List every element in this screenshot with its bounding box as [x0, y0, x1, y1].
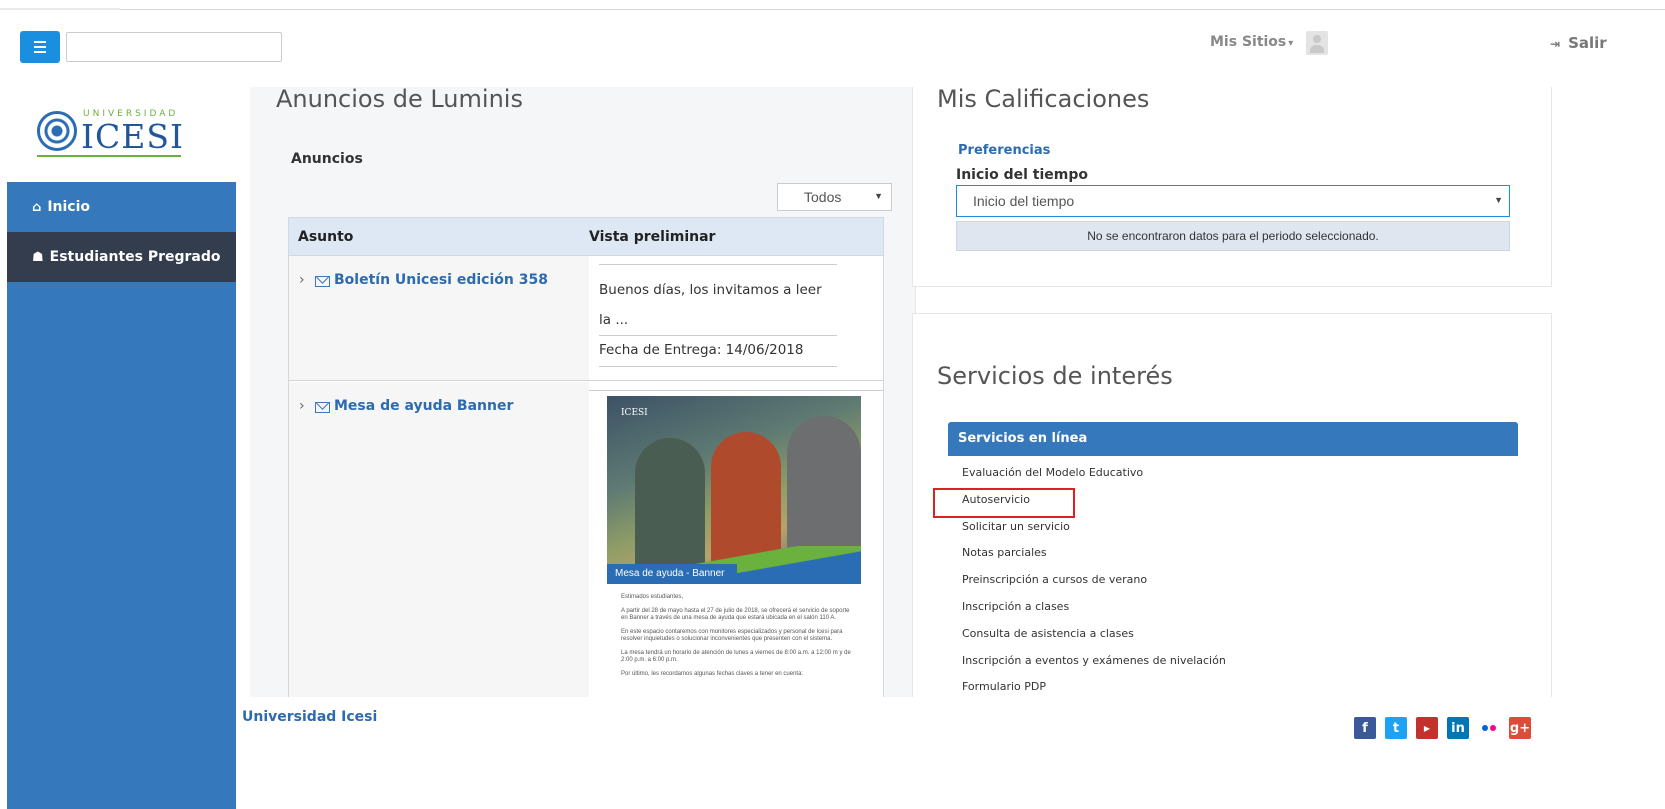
sign-out-icon: ⇥ [1550, 37, 1561, 51]
footer: Universidad Icesi f t ▶ in g+ [236, 697, 1665, 809]
subject-cell: › Boletín Unicesi edición 358 [289, 256, 589, 380]
column-header-vista-preliminar[interactable]: Vista preliminar [589, 229, 715, 245]
flyer-logo: ICESI [621, 408, 648, 418]
sidebar-bottom [7, 780, 236, 809]
service-link-evaluacion[interactable]: Evaluación del Modelo Educativo [962, 466, 1226, 493]
mail-icon [315, 276, 330, 287]
anuncios-filter-select[interactable]: Todos ▼ [777, 183, 892, 211]
anuncios-table: Asunto Vista preliminar › Boletín Unices… [288, 217, 884, 739]
footer-brand[interactable]: Universidad Icesi [242, 709, 377, 725]
linkedin-icon[interactable]: in [1447, 717, 1469, 739]
service-link-solicitar-servicio[interactable]: Solicitar un servicio [962, 520, 1226, 547]
preview-text: Buenos días, los invitamos a leer la ... [599, 282, 822, 328]
servicios-title: Servicios de interés [937, 362, 1173, 390]
announcement-subject-link[interactable]: Boletín Unicesi edición 358 [334, 272, 548, 288]
service-link-asistencia[interactable]: Consulta de asistencia a clases [962, 627, 1226, 654]
hamburger-icon [34, 41, 46, 43]
twitter-icon[interactable]: t [1385, 717, 1407, 739]
flyer-paragraph: La mesa tendrá un horario de atención de… [621, 650, 851, 663]
salir-button[interactable]: ⇥ Salir [1550, 34, 1607, 52]
column-header-asunto[interactable]: Asunto [289, 229, 589, 245]
calificaciones-title: Mis Calificaciones [937, 85, 1150, 113]
logo-emblem-icon [37, 111, 77, 151]
due-date-text: Fecha de Entrega: 14/06/2018 [599, 342, 804, 358]
flyer-paragraph: En este espacio contaremos con monitores… [621, 629, 843, 642]
anuncios-panel: Anuncios de Luminis Anuncios Todos ▼ Asun… [250, 87, 916, 739]
preferencias-link[interactable]: Preferencias [958, 143, 1050, 158]
sidebar-item-label: Inicio [47, 199, 91, 215]
servicios-panel: Servicios de interés Servicios en línea … [912, 313, 1552, 709]
anuncios-title: Anuncios de Luminis [276, 87, 523, 113]
facebook-icon[interactable]: f [1354, 717, 1376, 739]
social-links: f t ▶ in g+ [1354, 717, 1531, 739]
table-row: › Mesa de ayuda Banner ICESI Mesa de ayu… [289, 382, 883, 739]
filter-value: Todos [804, 189, 842, 205]
flyer-banner: Mesa de ayuda - Banner [607, 564, 737, 584]
sidebar-nav: ⌂ Inicio ☗ Estudiantes Pregrado [7, 182, 236, 809]
flyer-paragraph: Por último, les recordamos algunas fecha… [621, 671, 804, 677]
salir-label: Salir [1568, 34, 1607, 52]
servicios-list: Evaluación del Modelo Educativo Autoserv… [962, 466, 1226, 707]
flyer-photo: ICESI [607, 396, 861, 584]
subject-cell: › Mesa de ayuda Banner [289, 382, 589, 739]
sidebar: UNIVERSIDAD ICESI ⌂ Inicio ☗ Estudiantes P… [7, 87, 236, 809]
flyer-paragraph: A partir del 28 de mayo hasta el 27 de j… [621, 608, 850, 621]
announcement-flyer-image: ICESI Mesa de ayuda - Banner Estimados e… [607, 396, 861, 739]
search-input[interactable] [66, 32, 282, 62]
google-plus-icon[interactable]: g+ [1509, 717, 1531, 739]
sidebar-item-label: Estudiantes Pregrado [49, 249, 221, 265]
service-link-inscripcion-clases[interactable]: Inscripción a clases [962, 600, 1226, 627]
caret-down-icon: ▾ [1288, 38, 1294, 49]
expand-chevron-icon[interactable]: › [299, 398, 305, 414]
table-header: Asunto Vista preliminar [289, 218, 883, 256]
service-link-autoservicio[interactable]: Autoservicio [962, 493, 1226, 520]
service-link-notas-parciales[interactable]: Notas parciales [962, 546, 1226, 573]
announcement-subject-link[interactable]: Mesa de ayuda Banner [334, 398, 513, 414]
expand-chevron-icon[interactable]: › [299, 272, 305, 288]
service-link-eventos-examenes[interactable]: Inscripción a eventos y exámenes de nive… [962, 654, 1226, 681]
browser-top-strip [0, 0, 1665, 10]
divider [589, 390, 883, 391]
period-label: Inicio del tiempo [956, 167, 1088, 183]
divider [599, 366, 837, 367]
flickr-icon[interactable] [1478, 717, 1500, 739]
flyer-body: Estimados estudiantes, A partir del 28 d… [621, 594, 853, 685]
mis-sitios-label: Mis Sitios [1210, 34, 1287, 50]
anuncios-subtitle: Anuncios [291, 151, 363, 167]
icesi-logo[interactable]: UNIVERSIDAD ICESI [29, 103, 189, 157]
sidebar-item-inicio[interactable]: ⌂ Inicio [7, 182, 236, 232]
select-arrow-icon: ▼ [874, 191, 883, 201]
calificaciones-panel: Mis Calificaciones Preferencias Inicio d… [912, 85, 1552, 287]
servicios-en-linea-header: Servicios en línea [948, 422, 1518, 456]
students-icon: ☗ [32, 249, 44, 265]
service-link-preinscripcion[interactable]: Preinscripción a cursos de verano [962, 573, 1226, 600]
sidebar-item-estudiantes-pregrado[interactable]: ☗ Estudiantes Pregrado [7, 232, 236, 282]
avatar[interactable] [1306, 31, 1328, 55]
empty-message: No se encontraron datos para el periodo … [956, 221, 1510, 251]
logo-underline [37, 155, 181, 157]
hamburger-menu-button[interactable] [20, 31, 60, 63]
select-arrow-icon: ▼ [1494, 195, 1503, 205]
browser-tab [0, 0, 120, 10]
flyer-paragraph: Estimados estudiantes, [621, 594, 684, 600]
mis-sitios-dropdown[interactable]: Mis Sitios ▾ [1210, 34, 1293, 50]
top-header: Mis Sitios ▾ ⇥ Salir [0, 11, 1665, 87]
mail-icon [315, 402, 330, 413]
period-value: Inicio del tiempo [973, 193, 1075, 209]
home-icon: ⌂ [32, 199, 42, 215]
logo-name-text: ICESI [81, 117, 185, 156]
youtube-icon[interactable]: ▶ [1416, 717, 1438, 739]
preview-cell: Buenos días, los invitamos a leer la ...… [599, 264, 837, 367]
table-row: › Boletín Unicesi edición 358 Buenos día… [289, 256, 883, 381]
period-select[interactable]: Inicio del tiempo ▼ [956, 185, 1510, 217]
